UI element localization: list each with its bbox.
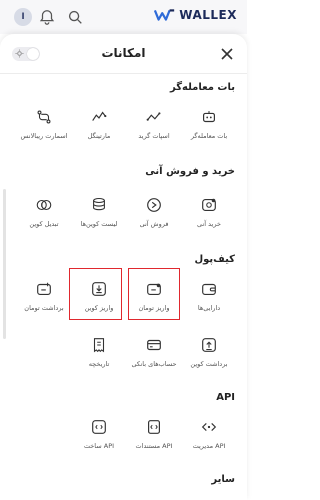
item-label: بات معامله‌گر <box>190 132 228 140</box>
sell-icon <box>147 198 161 212</box>
history-icon <box>93 338 105 353</box>
buy-icon <box>202 198 216 211</box>
avatar[interactable]: I <box>14 8 32 26</box>
sheet-header: امکانات <box>0 34 247 74</box>
item-smart-rebalance[interactable]: اسمارت ریبالانس <box>16 104 72 154</box>
sheet-title: امکانات <box>101 46 146 60</box>
api-docs-icon <box>148 420 160 434</box>
section-title-trading-bot: بات معامله‌گر <box>169 82 235 93</box>
item-trading-bot[interactable]: بات معامله‌گر <box>181 104 237 154</box>
item-api-docs[interactable]: مستندات API <box>126 414 182 464</box>
coin-stack-icon <box>93 197 105 211</box>
item-label: مدیریت API <box>192 442 226 450</box>
api-create-icon <box>92 420 106 434</box>
item-label: لیست کوین‌ها <box>80 220 118 228</box>
item-label: خرید آنی <box>197 220 221 228</box>
item-label: اسپات گرید <box>138 132 170 140</box>
bell-icon[interactable] <box>38 8 56 26</box>
item-coin-list[interactable]: لیست کوین‌ها <box>71 192 127 242</box>
item-withdraw-coin[interactable]: برداشت کوین <box>181 332 237 382</box>
martingale-icon <box>92 111 107 121</box>
api-manage-icon <box>201 422 217 432</box>
item-withdraw-toman[interactable]: برداشت تومان <box>16 276 72 326</box>
grid-icon <box>146 112 161 121</box>
item-label: حساب‌های بانکی <box>131 360 177 368</box>
item-label: مستندات API <box>135 442 173 450</box>
item-api-manage[interactable]: مدیریت API <box>181 414 237 464</box>
brand-name: WALLEX <box>179 8 237 22</box>
item-assets[interactable]: دارایی‌ها <box>181 276 237 326</box>
close-icon[interactable] <box>219 46 235 62</box>
section-title-api: API <box>216 392 235 403</box>
highlight-deposit-coin <box>69 268 122 320</box>
convert-icon <box>36 199 52 211</box>
item-label: دارایی‌ها <box>197 304 221 312</box>
bank-card-icon <box>147 339 161 351</box>
item-label: مارتینگل <box>87 132 111 140</box>
top-app-bar: I WALLEX <box>0 0 247 34</box>
item-history[interactable]: تاریخچه <box>71 332 127 382</box>
scrollbar[interactable] <box>3 189 6 339</box>
item-bank-accounts[interactable]: حساب‌های بانکی <box>126 332 182 382</box>
item-label: ساخت API <box>83 442 115 450</box>
item-spot-grid[interactable]: اسپات گرید <box>126 104 182 154</box>
section-title-other: سایر <box>211 474 235 485</box>
highlight-deposit-toman <box>128 268 180 320</box>
features-sheet: امکانات بات معامله‌گر بات معامله‌گر اسپا… <box>0 34 247 500</box>
avatar-initial: I <box>21 12 25 22</box>
item-label: فروش آنی <box>139 220 169 228</box>
section-title-wallet: کیف‌پول <box>194 254 235 265</box>
rebalance-icon <box>37 110 51 124</box>
item-instant-sell[interactable]: فروش آنی <box>126 192 182 242</box>
item-label: برداشت کوین <box>190 360 228 368</box>
item-api-create[interactable]: ساخت API <box>71 414 127 464</box>
wallex-logo-icon <box>154 9 175 21</box>
withdraw-toman-icon <box>37 282 51 295</box>
item-convert-coin[interactable]: تبدیل کوین <box>16 192 72 242</box>
item-martingale[interactable]: مارتینگل <box>71 104 127 154</box>
brand-logo: WALLEX <box>154 8 237 22</box>
item-label: تبدیل کوین <box>29 220 59 228</box>
search-icon[interactable] <box>66 8 84 26</box>
withdraw-coin-icon <box>202 338 216 352</box>
item-label: اسمارت ریبالانس <box>20 132 68 140</box>
item-label: برداشت تومان <box>24 304 64 312</box>
bot-icon <box>203 111 215 123</box>
item-instant-buy[interactable]: خرید آنی <box>181 192 237 242</box>
item-label: تاریخچه <box>88 360 110 368</box>
wallet-icon <box>202 283 216 295</box>
section-title-instant-trade: خرید و فروش آنی <box>145 166 235 177</box>
